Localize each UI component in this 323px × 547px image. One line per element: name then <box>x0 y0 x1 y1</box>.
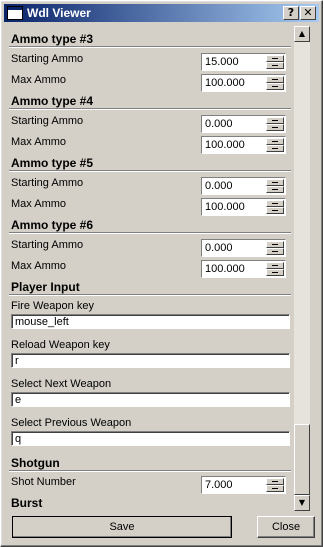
close-button[interactable]: Close <box>257 516 315 538</box>
section-title-ammo4: Ammo type #4 <box>11 94 94 108</box>
fire-weapon-key-label: Fire Weapon key <box>11 300 94 312</box>
ammo4-starting-spinner[interactable]: 0.000 <box>201 115 286 133</box>
ammo4-max-value[interactable]: 100.000 <box>205 139 245 151</box>
spin-up-button[interactable] <box>266 179 284 186</box>
reload-weapon-key-value[interactable]: r <box>15 355 19 367</box>
close-window-button[interactable]: ✕ <box>300 6 316 20</box>
ammo4-starting-value[interactable]: 0.000 <box>205 118 233 130</box>
spin-up-button[interactable] <box>266 55 284 62</box>
ammo3-starting-spinner[interactable]: 15.000 <box>201 53 286 71</box>
spin-up-button[interactable] <box>266 138 284 145</box>
fire-weapon-key-value[interactable]: mouse_left <box>15 316 69 328</box>
section-title-burst: Burst <box>11 496 43 510</box>
scrollbar-thumb[interactable] <box>294 424 310 495</box>
divider <box>9 470 291 472</box>
ammo4-max-spinner[interactable]: 100.000 <box>201 136 286 154</box>
wdl-viewer-window: Wdl Viewer ? ✕ Ammo type #3 Starting Amm… <box>0 0 323 547</box>
spin-up-button[interactable] <box>266 76 284 83</box>
select-previous-weapon-value[interactable]: q <box>15 433 21 445</box>
spin-down-button[interactable] <box>266 207 284 214</box>
divider <box>9 232 291 234</box>
spin-down-button[interactable] <box>266 269 284 276</box>
spin-down-button[interactable] <box>266 83 284 90</box>
spin-up-button[interactable] <box>266 478 284 485</box>
spin-down-button[interactable] <box>266 186 284 193</box>
select-next-weapon-value[interactable]: e <box>15 394 21 406</box>
ammo6-max-spinner[interactable]: 100.000 <box>201 260 286 278</box>
section-title-ammo6: Ammo type #6 <box>11 218 94 232</box>
ammo5-starting-spinner[interactable]: 0.000 <box>201 177 286 195</box>
title-bar[interactable]: Wdl Viewer ? ✕ <box>4 4 319 22</box>
help-button[interactable]: ? <box>283 6 299 20</box>
window-icon <box>7 6 23 20</box>
reload-weapon-key-label: Reload Weapon key <box>11 339 110 351</box>
section-title-ammo5: Ammo type #5 <box>11 156 94 170</box>
spin-up-button[interactable] <box>266 200 284 207</box>
shot-number-spinner[interactable]: 7.000 <box>201 476 286 494</box>
ammo3-max-label: Max Ammo <box>11 74 67 86</box>
select-next-weapon-input[interactable]: e <box>11 392 290 407</box>
ammo3-max-value[interactable]: 100.000 <box>205 77 245 89</box>
spin-down-button[interactable] <box>266 124 284 131</box>
divider <box>9 294 291 296</box>
shot-number-value[interactable]: 7.000 <box>205 479 233 491</box>
ammo6-max-value[interactable]: 100.000 <box>205 263 245 275</box>
ammo4-max-label: Max Ammo <box>11 136 67 148</box>
shot-number-label: Shot Number <box>11 476 76 488</box>
divider <box>9 170 291 172</box>
spin-down-button[interactable] <box>266 485 284 492</box>
ammo4-starting-label: Starting Ammo <box>11 115 84 127</box>
section-title-shotgun: Shotgun <box>11 456 60 470</box>
ammo5-starting-label: Starting Ammo <box>11 177 84 189</box>
ammo6-max-label: Max Ammo <box>11 260 67 272</box>
select-previous-weapon-input[interactable]: q <box>11 431 290 446</box>
scroll-down-arrow-icon[interactable]: ▼ <box>294 495 310 511</box>
ammo3-starting-value[interactable]: 15.000 <box>205 56 239 68</box>
divider <box>9 46 291 48</box>
properties-panel: Ammo type #3 Starting Ammo 15.000 Max Am… <box>5 26 292 511</box>
spin-up-button[interactable] <box>266 117 284 124</box>
ammo6-starting-value[interactable]: 0.000 <box>205 242 233 254</box>
ammo5-max-spinner[interactable]: 100.000 <box>201 198 286 216</box>
section-title-ammo3: Ammo type #3 <box>11 32 94 46</box>
fire-weapon-key-input[interactable]: mouse_left <box>11 314 290 329</box>
reload-weapon-key-input[interactable]: r <box>11 353 290 368</box>
ammo5-max-label: Max Ammo <box>11 198 67 210</box>
ammo3-max-spinner[interactable]: 100.000 <box>201 74 286 92</box>
ammo5-starting-value[interactable]: 0.000 <box>205 180 233 192</box>
select-next-weapon-label: Select Next Weapon <box>11 378 112 390</box>
spin-up-button[interactable] <box>266 241 284 248</box>
spin-down-button[interactable] <box>266 248 284 255</box>
section-title-player-input: Player Input <box>11 280 80 294</box>
select-previous-weapon-label: Select Previous Weapon <box>11 417 132 429</box>
vertical-scrollbar[interactable]: ▲ ▼ <box>294 26 310 511</box>
divider <box>9 108 291 110</box>
spin-down-button[interactable] <box>266 145 284 152</box>
ammo3-starting-label: Starting Ammo <box>11 53 84 65</box>
spin-down-button[interactable] <box>266 62 284 69</box>
ammo5-max-value[interactable]: 100.000 <box>205 201 245 213</box>
save-button[interactable]: Save <box>12 516 232 538</box>
ammo6-starting-label: Starting Ammo <box>11 239 84 251</box>
window-title: Wdl Viewer <box>27 6 91 20</box>
spin-up-button[interactable] <box>266 262 284 269</box>
ammo6-starting-spinner[interactable]: 0.000 <box>201 239 286 257</box>
scroll-up-arrow-icon[interactable]: ▲ <box>294 26 310 42</box>
